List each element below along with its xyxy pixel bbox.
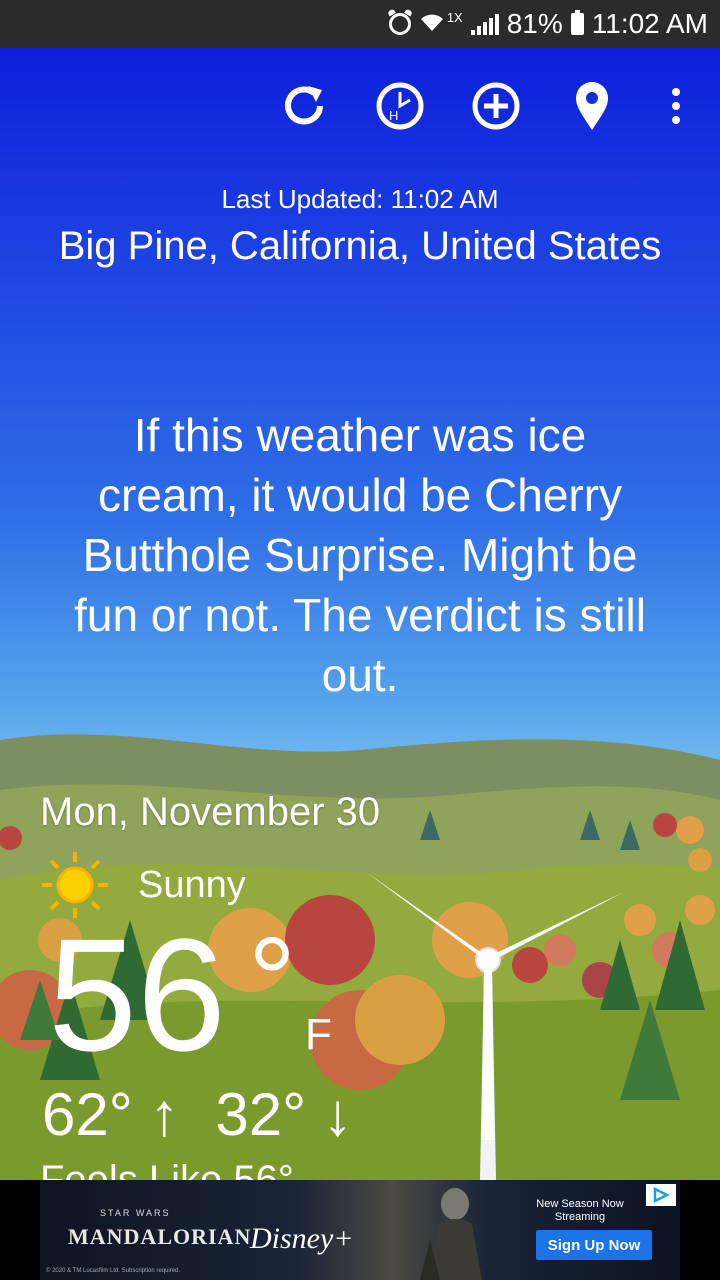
location-title[interactable]: Big Pine, California, United States [0,224,720,269]
low-temperature: 32° ↓ [215,1081,353,1148]
last-updated-text: Last Updated: 11:02 AM [221,184,499,214]
battery-icon [570,10,584,35]
high-temperature: 62° ↑ [42,1081,180,1148]
clock: 11:02 AM [591,8,708,39]
ad-choices-icon[interactable] [646,1184,676,1206]
status-bar: 1X 81% 11:02 AM [0,0,720,48]
my-location-button[interactable] [564,78,620,134]
weather-screen: 1X 81% 11:02 AM H Last Updated: 11:02 AM… [0,0,720,1280]
overflow-menu-button[interactable] [648,78,704,134]
condition-text: Sunny [138,863,246,906]
ad-creative[interactable]: STAR WARS MANDALORIAN Disney+ New Season… [40,1180,680,1280]
ad-brand-logo: Disney+ [250,1222,354,1255]
svg-text:H: H [389,108,398,123]
ad-cta-button[interactable]: Sign Up Now [536,1230,652,1260]
history-icon: H [376,82,424,130]
location-pin-icon [576,82,608,130]
ad-banner[interactable]: STAR WARS MANDALORIAN Disney+ New Season… [0,1180,720,1280]
status-icons: 1X 81% 11:02 AM [388,0,708,48]
toolbar: H [0,78,720,138]
battery-percent: 81% [506,8,563,39]
add-location-button[interactable] [468,78,524,134]
refresh-button[interactable] [276,78,332,134]
degree-symbol: ° [248,913,296,1047]
alarm-icon [388,13,411,35]
ad-small-caps: STAR WARS [100,1208,171,1218]
high-low-row: 62° ↑ 32° ↓ [42,1080,353,1150]
add-location-icon [472,82,520,130]
ad-title: MANDALORIAN [68,1224,252,1249]
temperature-unit[interactable]: F [305,1010,332,1060]
ad-copy: New Season Now Streaming [536,1198,624,1223]
history-button[interactable]: H [372,78,428,134]
overflow-menu-icon [672,88,680,124]
ad-character-art [420,1188,482,1280]
current-temperature: 56 [48,905,226,1084]
refresh-icon [285,86,323,125]
weather-quip: If this weather was ice cream, it would … [74,409,646,701]
ad-legal-text: © 2020 & TM Lucasfilm Ltd. Subscription … [46,1268,181,1274]
cell-signal-icon [470,13,499,35]
network-type-label: 1X [446,9,463,25]
forecast-date: Mon, November 30 [40,790,381,834]
wifi-icon [419,8,445,40]
